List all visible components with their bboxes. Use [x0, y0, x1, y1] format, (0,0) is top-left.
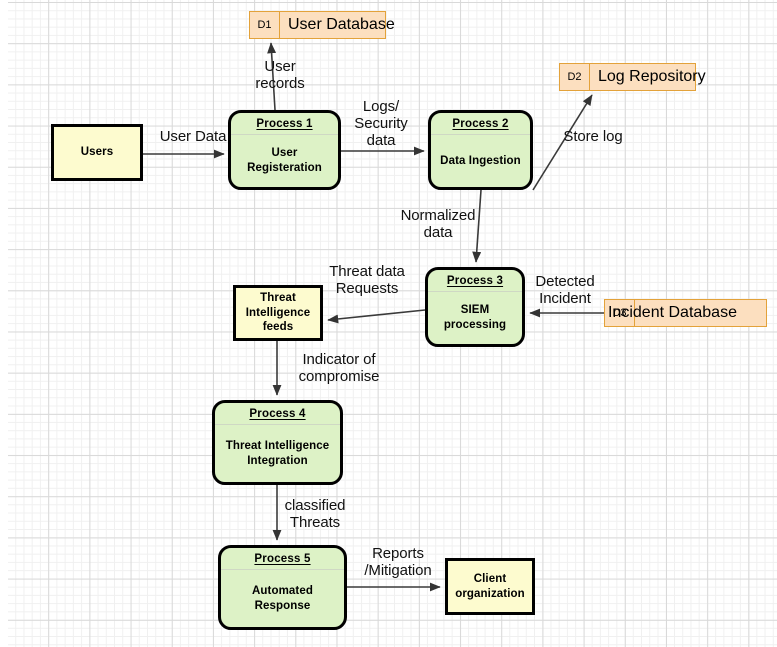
- flow-label-classified-threats: classified Threats: [284, 497, 346, 531]
- flow-label-user-records: User records: [255, 58, 305, 92]
- process-2-data-ingestion[interactable]: Process 2 Data Ingestion: [428, 110, 533, 190]
- process-number: Process 2: [431, 113, 530, 135]
- flow-label-normalized-data: Normalized data: [400, 207, 476, 241]
- datastore-d2-log-repository[interactable]: D2 Log Repository: [559, 63, 706, 91]
- entity-label: Users: [80, 146, 114, 159]
- process-5-automated-response[interactable]: Process 5 Automated Response: [218, 545, 347, 630]
- process-4-threat-intelligence-integration[interactable]: Process 4 Threat Intelligence Integratio…: [212, 400, 343, 485]
- process-name: User Registeration: [247, 147, 322, 174]
- flow-arrow-threat-data-requests: [327, 309, 426, 324]
- process-number: Process 1: [231, 113, 338, 135]
- external-entity-client-organization[interactable]: Client organization: [445, 558, 535, 615]
- datastore-label: Log Repository: [598, 68, 706, 85]
- process-1-user-registeration[interactable]: Process 1 User Registeration: [228, 110, 341, 190]
- datastore-label: User Database: [288, 16, 395, 33]
- external-entity-threat-intelligence-feeds[interactable]: Threat Intelligence feeds: [233, 285, 323, 341]
- process-name: Data Ingestion: [440, 154, 521, 167]
- process-number: Process 3: [428, 270, 522, 292]
- process-number: Process 5: [221, 548, 344, 570]
- datastore-d1-user-database[interactable]: D1 User Database: [249, 11, 395, 39]
- process-number: Process 4: [215, 403, 340, 425]
- datastore-label: Incident Database: [608, 304, 737, 321]
- entity-label: Threat Intelligence feeds: [245, 291, 311, 334]
- dfd-canvas: Users Threat Intelligence feeds Client o…: [0, 0, 777, 647]
- process-name: Automated Response: [252, 584, 313, 612]
- datastore-d3-incident-database[interactable]: D3 Incident Database: [604, 299, 767, 327]
- datastore-code: D2: [560, 64, 590, 90]
- flow-label-detected-incident: Detected Incident: [535, 273, 595, 307]
- flow-label-logs-security-data: Logs/ Security data: [354, 98, 408, 149]
- process-name: SIEM processing: [443, 304, 507, 331]
- process-3-siem-processing[interactable]: Process 3 SIEM processing: [425, 267, 525, 347]
- external-entity-users[interactable]: Users: [51, 124, 143, 181]
- process-name: Threat Intelligence Integration: [225, 439, 330, 467]
- flow-label-indicator-of-compromise: Indicator of compromise: [298, 351, 380, 385]
- flow-label-threat-data-requests: Threat data Requests: [329, 263, 405, 297]
- flow-label-user-data: User Data: [159, 128, 227, 145]
- datastore-code: D1: [250, 12, 280, 38]
- flow-label-reports-mitigation: Reports /Mitigation: [364, 545, 432, 579]
- flow-label-store-log: Store log: [563, 128, 623, 145]
- entity-label: Client organization: [455, 572, 525, 600]
